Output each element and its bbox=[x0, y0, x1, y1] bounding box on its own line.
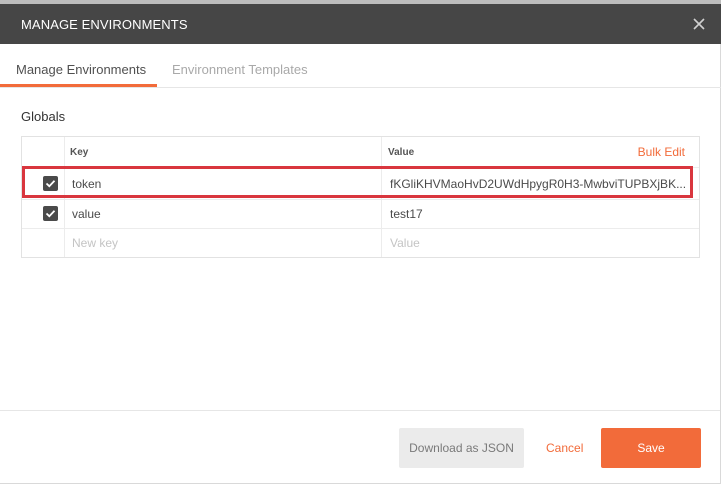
tab-manage-environments[interactable]: Manage Environments bbox=[16, 62, 146, 77]
globals-table: Key Value Bulk Edit token fKGliKHVMaoHvD… bbox=[21, 136, 700, 258]
close-icon[interactable] bbox=[691, 16, 707, 32]
row-checkbox-value[interactable] bbox=[43, 206, 58, 221]
key-cell[interactable]: token bbox=[72, 177, 372, 191]
row-divider bbox=[22, 167, 699, 168]
value-cell[interactable]: test17 bbox=[390, 207, 688, 221]
column-header-key: Key bbox=[70, 147, 89, 158]
new-key-input[interactable]: New key bbox=[72, 236, 372, 250]
row-divider bbox=[22, 199, 699, 200]
column-header-value: Value bbox=[388, 147, 415, 158]
manage-environments-modal: MANAGE ENVIRONMENTS Manage Environments … bbox=[0, 0, 721, 484]
modal-header: MANAGE ENVIRONMENTS bbox=[0, 4, 721, 44]
checkmark-icon bbox=[45, 210, 56, 218]
key-cell[interactable]: value bbox=[72, 207, 372, 221]
checkmark-icon bbox=[45, 180, 56, 188]
value-cell[interactable]: fKGliKHVMaoHvD2UWdHpygR0H3-MwbviTUPBXjBK… bbox=[390, 177, 688, 191]
active-tab-indicator bbox=[0, 84, 157, 87]
row-divider bbox=[22, 228, 699, 229]
tab-bar: Manage Environments Environment Template… bbox=[0, 44, 721, 88]
bulk-edit-link[interactable]: Bulk Edit bbox=[638, 145, 685, 159]
row-checkbox-token[interactable] bbox=[43, 176, 58, 191]
cancel-button[interactable]: Cancel bbox=[540, 428, 586, 468]
globals-title: Globals bbox=[21, 109, 66, 124]
new-value-input[interactable]: Value bbox=[390, 236, 688, 250]
modal-title: MANAGE ENVIRONMENTS bbox=[21, 17, 188, 32]
save-button[interactable]: Save bbox=[601, 428, 701, 468]
column-divider bbox=[381, 137, 382, 257]
download-json-button[interactable]: Download as JSON bbox=[399, 428, 524, 468]
column-divider bbox=[64, 137, 65, 257]
tab-environment-templates[interactable]: Environment Templates bbox=[172, 62, 308, 77]
